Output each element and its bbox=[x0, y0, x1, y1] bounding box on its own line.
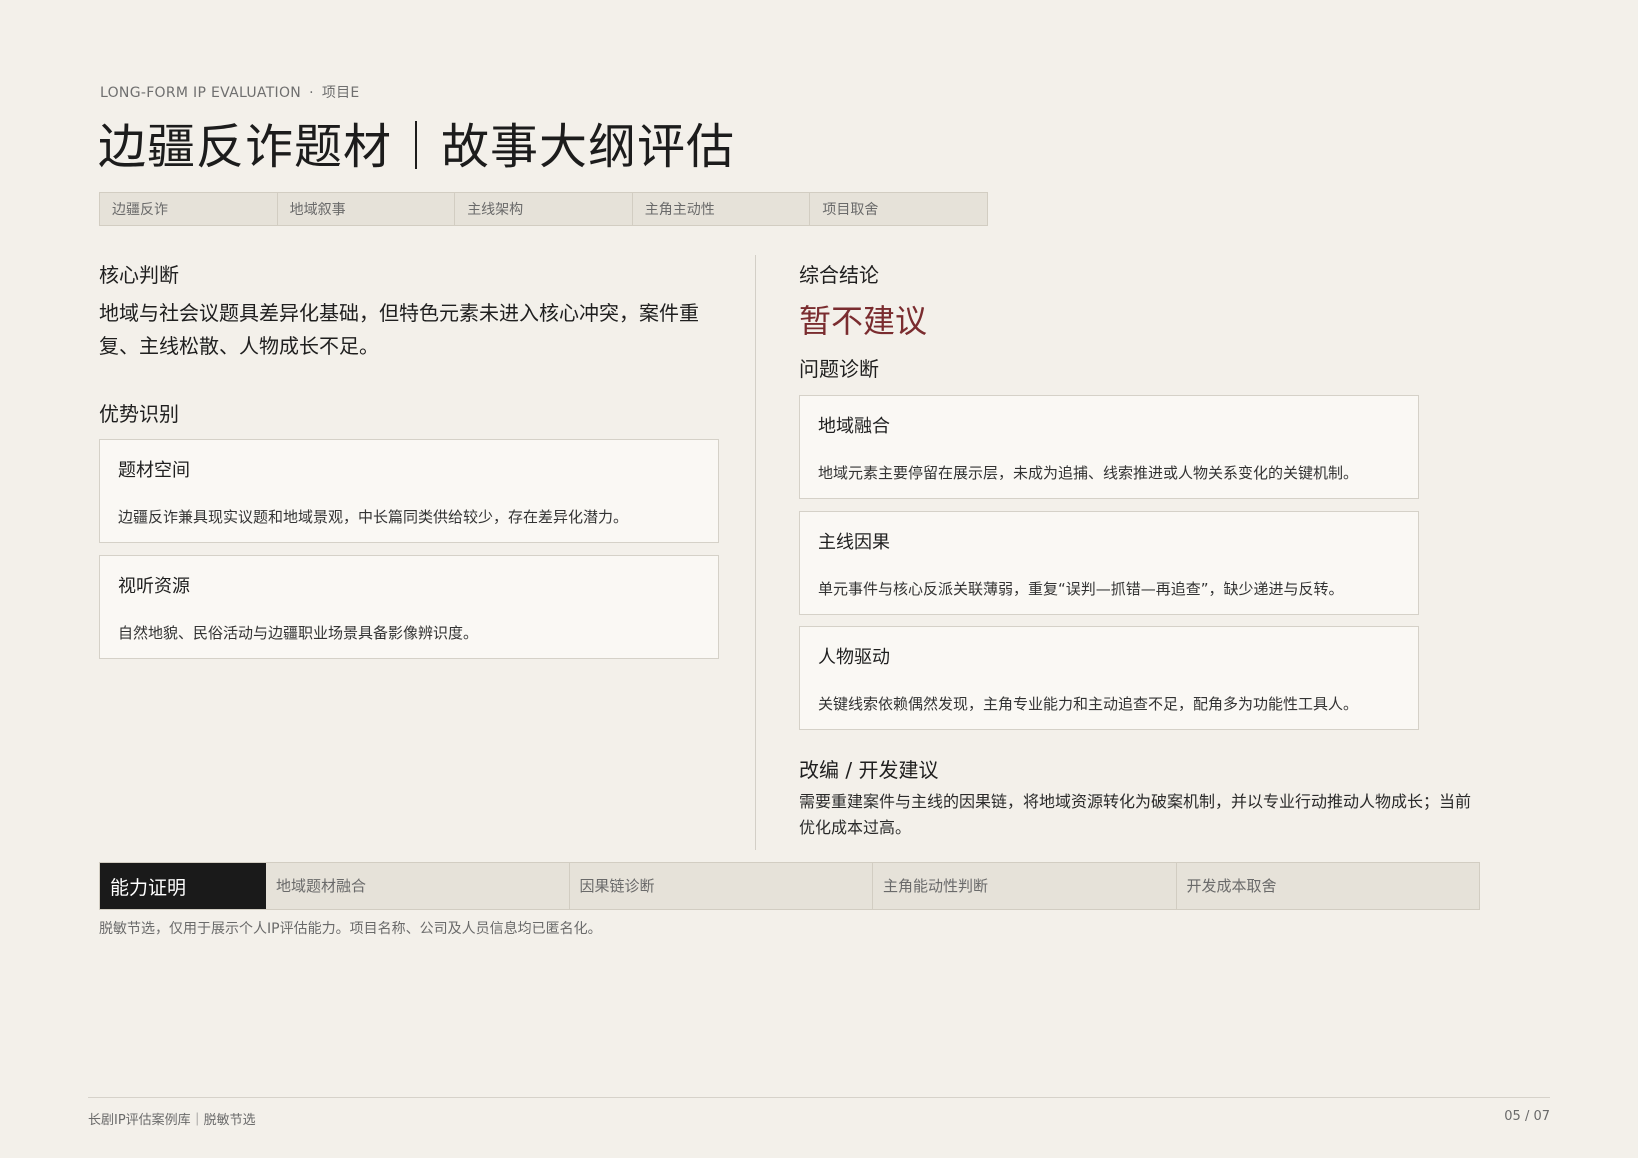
core-judgement-heading: 核心判断 bbox=[99, 263, 179, 287]
verdict: 暂不建议 bbox=[799, 302, 928, 340]
advice-heading: 改编 / 开发建议 bbox=[799, 758, 939, 782]
card-body: 单元事件与核心反派关联薄弱，重复“误判—抓错—再追查”，缺少递进与反转。 bbox=[818, 580, 1344, 598]
issue-card: 人物驱动 关键线索依赖偶然发现，主角专业能力和主动追查不足，配角多为功能性工具人… bbox=[799, 626, 1419, 730]
project-id: 项目E bbox=[321, 85, 360, 101]
anonymization-note: 脱敏节选，仅用于展示个人IP评估能力。项目名称、公司及人员信息均已匿名化。 bbox=[99, 921, 602, 937]
card-body: 关键线索依赖偶然发现，主角专业能力和主动追查不足，配角多为功能性工具人。 bbox=[818, 695, 1359, 713]
card-title: 人物驱动 bbox=[818, 647, 890, 668]
tag: 边疆反诈 bbox=[100, 193, 278, 225]
diagnosis-heading: 问题诊断 bbox=[799, 357, 879, 381]
eyebrow-separator: · bbox=[309, 85, 314, 101]
capability-item: 开发成本取舍 bbox=[1186, 877, 1277, 895]
issue-card: 主线因果 单元事件与核心反派关联薄弱，重复“误判—抓错—再追查”，缺少递进与反转… bbox=[799, 511, 1419, 615]
tag: 地域叙事 bbox=[278, 193, 456, 225]
conclusion-heading: 综合结论 bbox=[799, 263, 879, 287]
tag: 项目取舍 bbox=[822, 202, 879, 218]
capability-bar: 能力证明 地域题材融合 因果链诊断 主角能动性判断 开发成本取舍 bbox=[99, 862, 1480, 910]
card-title: 视听资源 bbox=[118, 576, 190, 597]
card-title: 题材空间 bbox=[118, 460, 190, 481]
card-body: 自然地貌、民俗活动与边疆职业场景具备影像辨识度。 bbox=[118, 624, 479, 642]
eyebrow-label: LONG-FORM IP EVALUATION bbox=[100, 85, 302, 101]
card-title: 主线因果 bbox=[818, 532, 890, 553]
eyebrow: LONG-FORM IP EVALUATION · 项目E bbox=[100, 82, 360, 102]
column-divider bbox=[755, 255, 756, 850]
strength-card: 题材空间 边疆反诈兼具现实议题和地域景观，中长篇同类供给较少，存在差异化潜力。 bbox=[99, 439, 719, 543]
tag: 主线架构 bbox=[455, 193, 633, 225]
capability-label: 能力证明 bbox=[100, 863, 266, 909]
capability-item: 主角能动性判断 bbox=[873, 863, 1177, 909]
strengths-heading: 优势识别 bbox=[99, 402, 179, 426]
strength-card: 视听资源 自然地貌、民俗活动与边疆职业场景具备影像辨识度。 bbox=[99, 555, 719, 659]
capability-item: 因果链诊断 bbox=[570, 863, 873, 909]
tag: 主角主动性 bbox=[633, 193, 811, 225]
tag-bar: 边疆反诈 地域叙事 主线架构 主角主动性 项目取舍 bbox=[99, 192, 988, 226]
card-body: 边疆反诈兼具现实议题和地域景观，中长篇同类供给较少，存在差异化潜力。 bbox=[118, 508, 629, 526]
card-body: 地域元素主要停留在展示层，未成为追捕、线索推进或人物关系变化的关键机制。 bbox=[818, 464, 1359, 482]
footer-caption: 长剧IP评估案例库｜脱敏节选 bbox=[88, 1113, 256, 1128]
footer-divider bbox=[88, 1097, 1550, 1098]
capability-item: 地域题材融合 bbox=[266, 863, 570, 909]
card-title: 地域融合 bbox=[818, 416, 890, 437]
issue-card: 地域融合 地域元素主要停留在展示层，未成为追捕、线索推进或人物关系变化的关键机制… bbox=[799, 395, 1419, 499]
page-number: 05 / 07 bbox=[1504, 1109, 1550, 1124]
page-title: 边疆反诈题材｜故事大纲评估 bbox=[98, 119, 736, 175]
core-judgement-text: 地域与社会议题具差异化基础，但特色元素未进入核心冲突，案件重复、主线松散、人物成… bbox=[99, 301, 699, 358]
advice-text: 需要重建案件与主线的因果链，将地域资源转化为破案机制，并以专业行动推动人物成长；… bbox=[799, 792, 1472, 837]
